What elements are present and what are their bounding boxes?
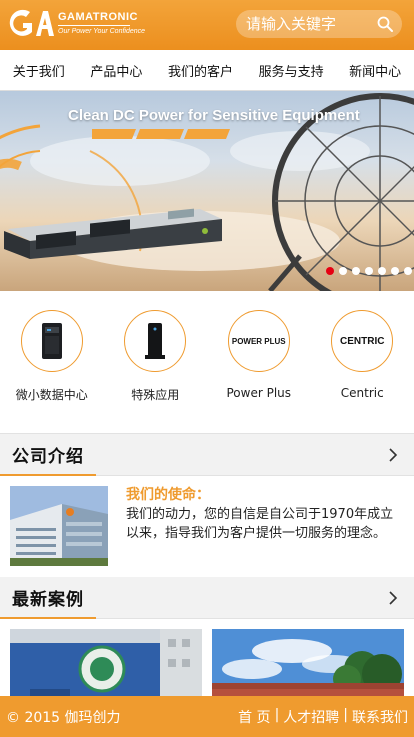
centric-logo: CENTRIC — [340, 335, 385, 347]
carousel-dot[interactable] — [365, 267, 373, 275]
company-building-image — [10, 486, 108, 566]
category-label: Power Plus — [226, 386, 292, 400]
banner-title: Clean DC Power for Sensitive Equipment — [68, 107, 360, 124]
server-tower-icon — [41, 323, 62, 359]
carousel-dot[interactable] — [378, 267, 386, 275]
logo-slogan: Our Power Your Confidence — [58, 28, 146, 35]
power-plus-logo: POWER PLUS — [231, 336, 286, 346]
banner-carousel[interactable]: Clean DC Power for Sensitive Equipment — [0, 91, 414, 291]
carousel-dots — [326, 267, 412, 275]
carousel-dot[interactable] — [352, 267, 360, 275]
category-icon-circle: CENTRIC — [331, 310, 394, 372]
footer: © 2015 伽玛创力 首 页 | 人才招聘 | 联系我们 — [0, 696, 414, 737]
category-icon-circle — [124, 310, 187, 372]
footer-copyright: © 2015 伽玛创力 — [6, 709, 121, 726]
about-body: 我们的动力，您的自信是自公司于1970年成立以来，指导我们为客户提供一切服务的理… — [126, 507, 394, 541]
category-grid: 微小数据中心 特殊应用 POWER PLUS Power Plus CENTRI… — [0, 291, 414, 434]
category-centric[interactable]: CENTRIC Centric — [322, 310, 402, 433]
logo[interactable]: GAMATRONIC Our Power Your Confidence — [6, 8, 145, 38]
category-micro-datacenter[interactable]: 微小数据中心 — [12, 310, 92, 433]
category-label: 特殊应用 — [131, 388, 180, 402]
header: GAMATRONIC Our Power Your Confidence — [0, 0, 414, 50]
nav-item-support[interactable]: 服务与支持 — [257, 61, 326, 80]
nav-item-about[interactable]: 关于我们 — [11, 61, 67, 80]
category-label: 微小数据中心 — [15, 388, 88, 402]
cases-section-header[interactable]: 最新案例 — [0, 577, 414, 619]
carousel-dot[interactable] — [326, 267, 334, 275]
footer-separator: | — [343, 706, 348, 723]
nav-item-clients[interactable]: 我们的客户 — [166, 61, 235, 80]
nav-item-news[interactable]: 新闻中心 — [347, 61, 403, 80]
about-block[interactable]: 我们的使命： 我们的动力，您的自信是自公司于1970年成立以来，指导我们为客户提… — [0, 476, 414, 577]
logo-divider — [58, 25, 130, 26]
ups-unit-icon — [145, 323, 166, 359]
about-section-header[interactable]: 公司介绍 — [0, 434, 414, 476]
section-title: 公司介绍 — [12, 447, 84, 467]
logo-mark-icon — [9, 9, 54, 36]
carousel-dot[interactable] — [339, 267, 347, 275]
category-icon-circle: POWER PLUS — [227, 310, 290, 372]
footer-link-home[interactable]: 首 页 — [238, 707, 270, 727]
footer-separator: | — [274, 706, 280, 723]
footer-link-careers[interactable]: 人才招聘 — [283, 707, 339, 727]
search-icon[interactable] — [377, 16, 393, 32]
section-title: 最新案例 — [12, 590, 84, 610]
search-input[interactable] — [246, 15, 366, 33]
category-special-apps[interactable]: 特殊应用 — [115, 310, 195, 433]
about-heading: 我们的使命： — [126, 487, 210, 503]
category-icon-circle — [20, 310, 83, 372]
nav-item-products[interactable]: 产品中心 — [88, 61, 144, 80]
logo-name: GAMATRONIC — [58, 11, 138, 23]
search-box — [236, 10, 402, 38]
category-label: Centric — [340, 386, 384, 400]
carousel-dot[interactable] — [404, 267, 412, 275]
footer-links: 首 页 | 人才招聘 | 联系我们 — [238, 707, 408, 727]
section-underline — [0, 617, 96, 619]
chevron-right-icon[interactable] — [388, 590, 398, 606]
carousel-dot[interactable] — [391, 267, 399, 275]
main-nav: 关于我们 产品中心 我们的客户 服务与支持 新闻中心 — [0, 50, 414, 91]
footer-link-contact[interactable]: 联系我们 — [352, 707, 408, 727]
category-power-plus[interactable]: POWER PLUS Power Plus — [219, 310, 299, 433]
section-underline — [0, 474, 96, 476]
chevron-right-icon[interactable] — [388, 447, 398, 463]
